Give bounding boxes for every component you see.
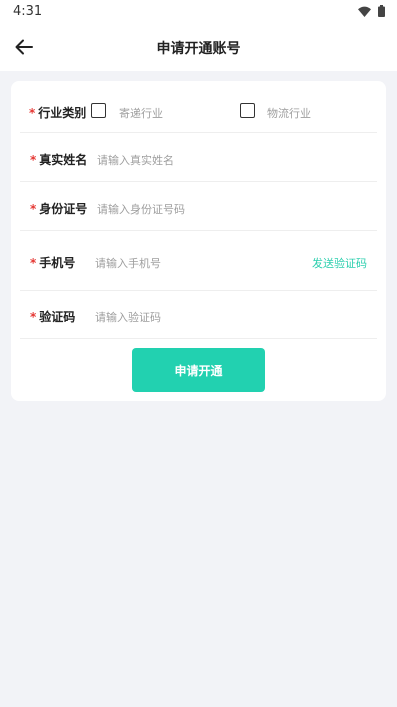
- required-mark: *: [30, 202, 37, 216]
- wifi-icon: [358, 6, 371, 17]
- industry-label: * 行业类别: [29, 104, 86, 121]
- id-number-row: * 身份证号 请输入身份证号码: [20, 182, 377, 231]
- application-form-card: * 行业类别 寄递行业 物流行业 * 真实姓名 请输入真实姓名 * 身份证号 请输入身…: [11, 81, 386, 401]
- page-title: 申请开通账号: [156, 41, 241, 57]
- required-mark: *: [29, 106, 36, 120]
- apply-submit-button[interactable]: 申请开通: [132, 348, 265, 392]
- real-name-label: * 真实姓名: [30, 151, 87, 168]
- real-name-input[interactable]: 请输入真实姓名: [97, 152, 174, 168]
- status-icons: [358, 4, 385, 18]
- app-bar: 申请开通账号: [0, 22, 397, 71]
- phone-input[interactable]: 请输入手机号: [95, 255, 161, 271]
- phone-label-text: 手机号: [39, 256, 76, 270]
- phone-label: * 手机号: [30, 254, 75, 271]
- industry-row: * 行业类别 寄递行业 物流行业: [20, 91, 377, 133]
- express-industry-checkbox[interactable]: [91, 103, 106, 118]
- status-bar: 4:31: [0, 0, 397, 22]
- industry-label-text: 行业类别: [38, 106, 87, 120]
- phone-row: * 手机号 请输入手机号 发送验证码: [20, 231, 377, 291]
- verify-code-row: * 验证码 请输入验证码: [20, 291, 377, 339]
- express-industry-label[interactable]: 寄递行业: [119, 105, 163, 121]
- real-name-label-text: 真实姓名: [39, 153, 88, 167]
- battery-icon: [378, 5, 385, 17]
- id-number-input[interactable]: 请输入身份证号码: [97, 201, 185, 217]
- verify-code-label-text: 验证码: [39, 310, 76, 324]
- id-number-label: * 身份证号: [30, 200, 87, 217]
- verify-code-input[interactable]: 请输入验证码: [95, 309, 161, 325]
- real-name-row: * 真实姓名 请输入真实姓名: [20, 133, 377, 182]
- required-mark: *: [30, 153, 37, 167]
- verify-code-label: * 验证码: [30, 308, 75, 325]
- status-time: 4:31: [13, 4, 43, 19]
- required-mark: *: [30, 310, 37, 324]
- send-code-button[interactable]: 发送验证码: [312, 255, 367, 271]
- required-mark: *: [30, 256, 37, 270]
- logistics-industry-checkbox[interactable]: [240, 103, 255, 118]
- id-number-label-text: 身份证号: [39, 202, 88, 216]
- logistics-industry-label[interactable]: 物流行业: [267, 105, 311, 121]
